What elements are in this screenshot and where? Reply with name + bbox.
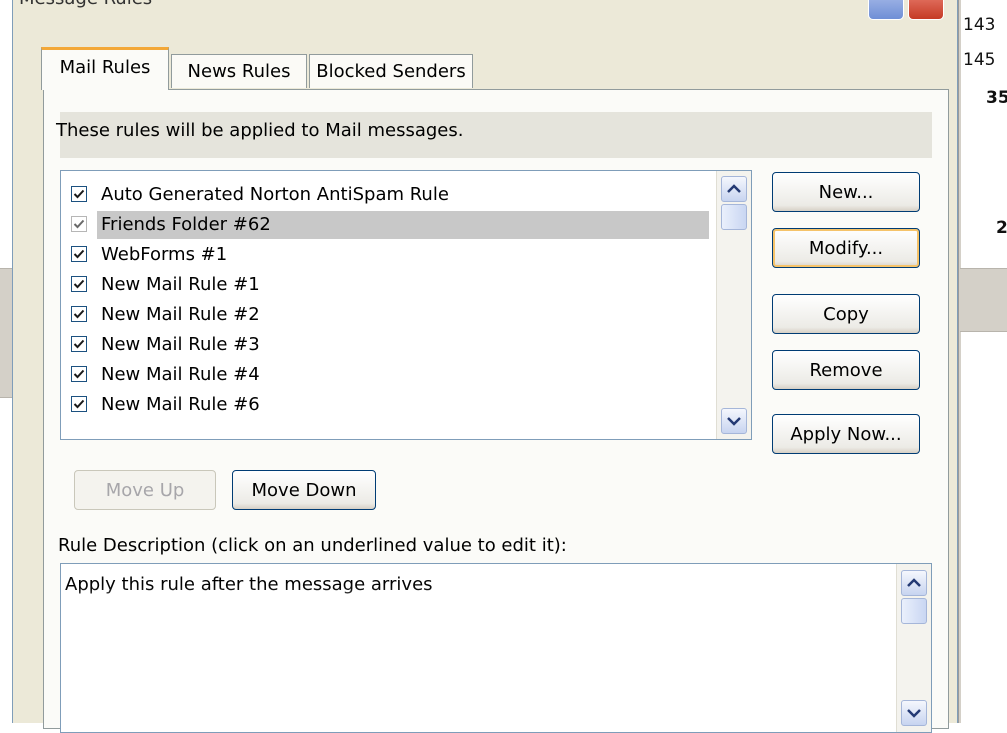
checkmark-icon [73, 309, 85, 319]
rule-label: New Mail Rule #2 [101, 304, 260, 325]
close-button[interactable] [908, 0, 944, 20]
tab-blocked-senders[interactable]: Blocked Senders [309, 54, 473, 88]
rule-checkbox[interactable] [71, 366, 87, 382]
rule-row[interactable]: New Mail Rule #2 [71, 299, 711, 330]
scroll-down-icon[interactable] [901, 700, 927, 726]
scroll-up-icon[interactable] [721, 176, 747, 202]
scroll-down-icon[interactable] [721, 408, 747, 434]
redacted-area [61, 598, 891, 726]
background-count: 35 [986, 88, 1007, 108]
rule-row[interactable]: New Mail Rule #4 [71, 359, 711, 390]
rule-checkbox[interactable] [71, 216, 87, 232]
rule-row[interactable]: Friends Folder #62 [71, 209, 711, 240]
rule-description-box[interactable]: Apply this rule after the message arrive… [60, 563, 932, 733]
background-toolbar-left [0, 268, 12, 398]
checkmark-icon [73, 279, 85, 289]
modify-rule-button[interactable]: Modify... [772, 228, 920, 268]
header-text: These rules will be applied to Mail mess… [56, 120, 464, 141]
scroll-thumb[interactable] [901, 598, 927, 624]
rules-list[interactable]: Auto Generated Norton AntiSpam Rule Frien… [60, 170, 752, 440]
rule-row[interactable]: New Mail Rule #3 [71, 329, 711, 360]
scroll-up-icon[interactable] [901, 570, 927, 596]
rule-checkbox[interactable] [71, 186, 87, 202]
rule-checkbox[interactable] [71, 336, 87, 352]
background-toolbar-right [960, 268, 1007, 332]
rule-label: WebForms #1 [101, 244, 228, 265]
rule-label: Auto Generated Norton AntiSpam Rule [101, 184, 449, 205]
message-rules-dialog: Message Rules Mail Rules News Rules Bloc… [12, 0, 958, 733]
rule-description-label: Rule Description (click on an underlined… [58, 535, 567, 556]
checkmark-icon [73, 189, 85, 199]
rule-label: New Mail Rule #3 [101, 334, 260, 355]
rule-checkbox[interactable] [71, 306, 87, 322]
rule-row[interactable]: New Mail Rule #6 [71, 389, 711, 420]
rule-label: New Mail Rule #6 [101, 394, 260, 415]
move-up-button[interactable]: Move Up [74, 470, 216, 510]
remove-rule-button[interactable]: Remove [772, 350, 920, 390]
background-count: 143 [963, 15, 996, 35]
background-count: 2 [996, 218, 1007, 238]
apply-now-button[interactable]: Apply Now... [772, 414, 920, 454]
background-window-right [955, 0, 1007, 723]
scroll-thumb[interactable] [721, 204, 747, 230]
background-divider [958, 0, 961, 723]
checkmark-icon [73, 399, 85, 409]
rule-checkbox[interactable] [71, 246, 87, 262]
new-rule-button[interactable]: New... [772, 172, 920, 212]
rule-label: New Mail Rule #4 [101, 364, 260, 385]
background-count: 145 [963, 50, 996, 70]
checkmark-icon [73, 369, 85, 379]
rule-label: Friends Folder #62 [97, 211, 709, 239]
dialog-title: Message Rules [19, 0, 152, 9]
mail-rules-panel: These rules will be applied to Mail mess… [43, 89, 949, 733]
rule-row[interactable]: WebForms #1 [71, 239, 711, 270]
checkmark-icon [73, 219, 85, 229]
checkmark-icon [73, 339, 85, 349]
checkmark-icon [73, 249, 85, 259]
help-button[interactable] [868, 0, 904, 20]
title-bar: Message Rules [13, 0, 957, 20]
tab-news-rules[interactable]: News Rules [171, 54, 307, 88]
description-scrollbar[interactable] [896, 564, 931, 732]
description-line: Apply this rule after the message arrive… [65, 574, 433, 595]
rule-label: New Mail Rule #1 [101, 274, 260, 295]
rule-checkbox[interactable] [71, 276, 87, 292]
rule-row[interactable]: New Mail Rule #1 [71, 269, 711, 300]
move-down-button[interactable]: Move Down [232, 470, 376, 510]
rule-checkbox[interactable] [71, 396, 87, 412]
copy-rule-button[interactable]: Copy [772, 294, 920, 334]
tab-mail-rules[interactable]: Mail Rules [41, 47, 169, 90]
rules-scrollbar[interactable] [716, 171, 751, 439]
rule-row[interactable]: Auto Generated Norton AntiSpam Rule [71, 179, 711, 210]
